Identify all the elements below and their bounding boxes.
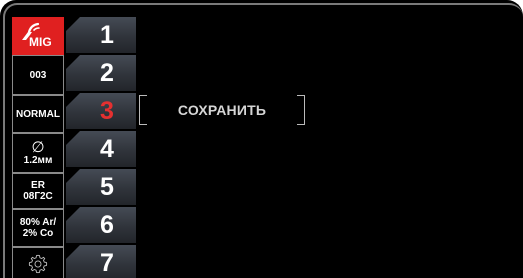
program-number: 003 (12, 55, 64, 95)
save-button[interactable]: СОХРАНИТЬ (139, 95, 305, 125)
memory-slot-5[interactable]: 5 (66, 169, 136, 205)
memory-slot-label: 2 (100, 58, 114, 87)
save-button-label: СОХРАНИТЬ (177, 102, 267, 118)
gas-line1: 80% Ar/ (19, 217, 57, 228)
settings-button[interactable] (12, 247, 64, 278)
mode-indicator: NORMAL (12, 95, 64, 133)
memory-slot-label: 1 (100, 20, 114, 49)
diameter-icon: ∅ (31, 139, 45, 156)
memory-slot-label: 4 (100, 134, 114, 163)
gear-icon (28, 254, 48, 274)
memory-slot-6[interactable]: 6 (66, 207, 136, 243)
wire-diameter: ∅ 1.2мм (12, 133, 64, 173)
screen-frame: MIG 003 NORMAL ∅ 1.2мм ER 08Г2С 80% Ar/ … (0, 0, 523, 278)
diameter-text: 1.2мм (23, 155, 53, 166)
mode-text: NORMAL (16, 108, 60, 120)
gas-line2: 2% Co (22, 228, 54, 239)
memory-slot-7[interactable]: 7 (66, 245, 136, 278)
memory-slot-1[interactable]: 1 (66, 17, 136, 53)
bracket-corner (297, 124, 305, 125)
process-mig-tile[interactable]: MIG (12, 17, 64, 55)
wire-line1: ER (31, 180, 45, 191)
memory-slot-label: 6 (100, 210, 114, 239)
memory-slot-label: 7 (100, 248, 114, 277)
wire-line2: 08Г2С (23, 191, 53, 202)
program-number-text: 003 (29, 69, 47, 81)
memory-slot-3[interactable]: 3 (66, 93, 136, 129)
wire-material: ER 08Г2С (12, 173, 64, 209)
process-label: MIG (29, 35, 52, 49)
bracket-corner (297, 95, 305, 96)
gas-mix: 80% Ar/ 2% Co (12, 209, 64, 247)
memory-slot-4[interactable]: 4 (66, 131, 136, 167)
memory-slot-label: 5 (100, 172, 114, 201)
memory-slot-label: 3 (100, 96, 114, 125)
memory-slot-2[interactable]: 2 (66, 55, 136, 91)
